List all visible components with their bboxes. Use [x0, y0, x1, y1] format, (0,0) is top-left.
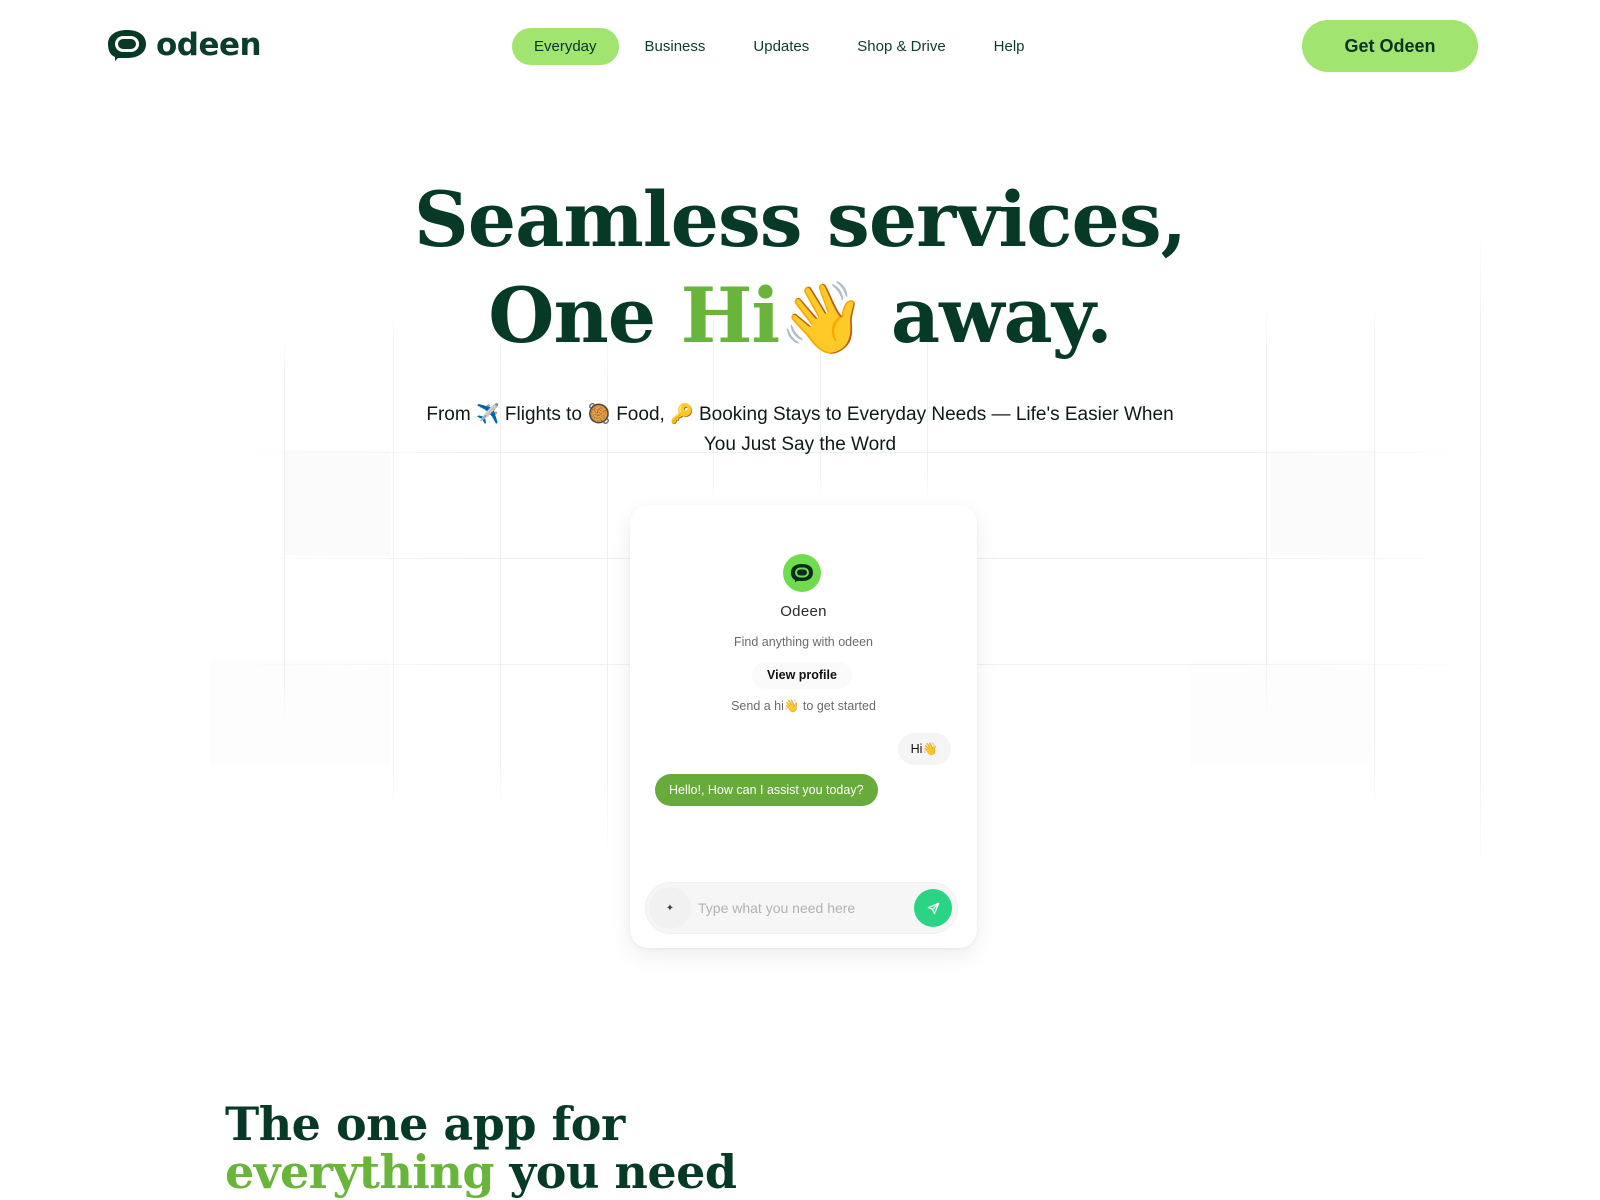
hero-title-line2-prefix: One	[488, 271, 681, 360]
grid-line	[284, 330, 285, 730]
bot-avatar	[783, 554, 821, 592]
hero-subtitle-line1: From ✈️ Flights to 🥘 Food, 🔑 Booking Sta…	[426, 404, 1174, 425]
main-nav: Everyday Business Updates Shop & Drive H…	[512, 28, 1051, 65]
message-input[interactable]	[698, 895, 898, 921]
chat-preview-card: Odeen Find anything with odeen View prof…	[630, 505, 977, 948]
brand-logo[interactable]: odeen	[106, 27, 262, 63]
section-title-line2-suffix: you need	[494, 1145, 738, 1199]
hero-subtitle-line2: You Just Say the Word	[703, 434, 897, 455]
nav-item-updates[interactable]: Updates	[731, 28, 831, 65]
chat-bubble-logo-icon	[108, 30, 146, 61]
bot-description: Find anything with odeen	[734, 635, 873, 649]
site-header: odeen Everyday Business Updates Shop & D…	[0, 0, 1600, 92]
grid-line	[607, 300, 608, 860]
paper-plane-icon	[927, 902, 939, 914]
bot-message: Hello!, How can I assist you today?	[655, 774, 878, 806]
nav-item-shop-drive[interactable]: Shop & Drive	[835, 28, 967, 65]
user-message: Hi👋	[897, 733, 951, 765]
hero-subtitle: From ✈️ Flights to 🥘 Food, 🔑 Booking Sta…	[0, 400, 1600, 460]
view-profile-button[interactable]: View profile	[752, 662, 852, 689]
hero-title-line1: Seamless services,	[413, 175, 1187, 264]
message-composer: ✦	[645, 882, 958, 934]
hero-title-accent: Hi	[680, 271, 781, 360]
grid-shade	[284, 450, 390, 555]
nav-item-everyday[interactable]: Everyday	[512, 28, 619, 65]
start-hint: Send a hi👋 to get started	[731, 699, 876, 713]
sparkle-icon[interactable]: ✦	[649, 887, 691, 929]
grid-shade	[1270, 450, 1376, 555]
waving-hand-icon: 👋	[779, 276, 866, 359]
grid-shade	[1190, 660, 1370, 765]
section-title-accent: everything	[225, 1145, 495, 1199]
hero-title: Seamless services, One Hi👋 away.	[0, 172, 1600, 366]
section-title-line1: The one app for	[225, 1097, 625, 1151]
grid-line	[1374, 290, 1375, 820]
grid-line	[500, 300, 501, 820]
grid-line	[393, 300, 394, 820]
nav-item-business[interactable]: Business	[623, 28, 728, 65]
brand-name: odeen	[156, 27, 262, 63]
section-title: The one app for everything you need	[225, 1100, 737, 1196]
send-button[interactable]	[914, 889, 952, 927]
hero-title-line2-suffix: away.	[865, 271, 1113, 360]
nav-item-help[interactable]: Help	[972, 28, 1047, 65]
bot-name: Odeen	[780, 603, 827, 620]
grid-shade	[210, 660, 390, 765]
odeen-logo-icon	[791, 564, 813, 583]
get-odeen-button[interactable]: Get Odeen	[1302, 20, 1478, 72]
